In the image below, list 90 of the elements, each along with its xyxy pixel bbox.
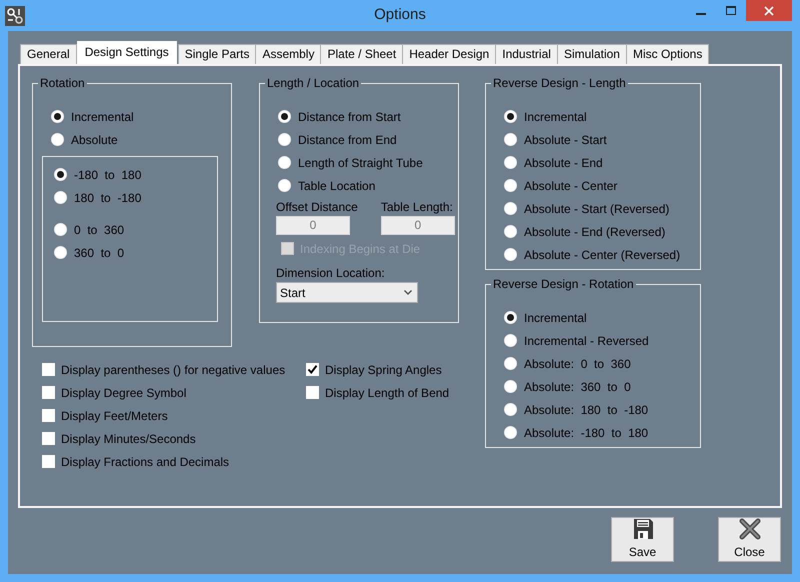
radio-label[interactable]: 180 to -180 xyxy=(74,190,142,204)
radio-label[interactable]: Absolute: 360 to 0 xyxy=(524,380,631,394)
close-icon xyxy=(764,6,774,16)
radio-button[interactable] xyxy=(504,403,517,416)
checkbox[interactable] xyxy=(42,363,55,376)
dropdown[interactable]: Start xyxy=(276,282,418,303)
checkbox[interactable] xyxy=(306,363,319,376)
checkbox[interactable] xyxy=(42,386,55,399)
radio-button[interactable] xyxy=(54,191,67,204)
close-button[interactable]: Close xyxy=(718,517,781,562)
radio-button[interactable] xyxy=(278,133,291,146)
close-icon xyxy=(738,518,760,540)
radio-label[interactable]: 360 to 0 xyxy=(74,246,124,260)
tab[interactable]: Single Parts xyxy=(178,44,256,64)
group-title: Reverse Design - Rotation xyxy=(492,277,635,291)
input-field[interactable]: 0 xyxy=(380,216,455,235)
tab[interactable]: Assembly xyxy=(255,44,322,64)
tab[interactable]: Industrial xyxy=(495,44,558,64)
field-label: Offset Distance xyxy=(276,200,358,216)
radio-label[interactable]: Absolute - End (Reversed) xyxy=(524,224,666,238)
group-title: Length / Location xyxy=(266,76,360,90)
radio-label[interactable]: Table Location xyxy=(298,178,376,192)
checkbox-label[interactable]: Display Degree Symbol xyxy=(61,386,186,400)
close-button[interactable] xyxy=(746,0,792,21)
radio-label[interactable]: Absolute: 0 to 360 xyxy=(524,356,631,370)
checkbox-label[interactable]: Display Length of Bend xyxy=(325,386,450,400)
tab[interactable]: Header Design xyxy=(402,44,496,64)
checkbox-label[interactable]: Display Spring Angles xyxy=(325,362,442,376)
group-title: Reverse Design - Length xyxy=(492,76,627,90)
checkbox[interactable] xyxy=(306,386,319,399)
save-button[interactable]: Save xyxy=(611,517,674,562)
minimize-icon xyxy=(696,12,706,14)
app-icon xyxy=(5,6,25,26)
group-title: Rotation xyxy=(39,76,86,90)
radio-label[interactable]: Distance from Start xyxy=(298,110,401,124)
radio-label[interactable]: Length of Straight Tube xyxy=(298,156,423,170)
radio-button[interactable] xyxy=(54,168,67,181)
radio-button[interactable] xyxy=(504,380,517,393)
radio-label[interactable]: Absolute - Center xyxy=(524,178,618,192)
checkbox-label[interactable]: Display Feet/Meters xyxy=(61,408,168,422)
radio-label[interactable]: Incremental xyxy=(71,110,134,124)
radio-button[interactable] xyxy=(504,357,517,370)
tab[interactable]: Plate / Sheet xyxy=(320,44,404,64)
checkmark-icon xyxy=(307,364,318,375)
tab[interactable]: Design Settings xyxy=(76,41,177,64)
checkbox-label[interactable]: Display parentheses () for negative values xyxy=(61,362,286,376)
radio-button[interactable] xyxy=(278,110,291,123)
radio-label[interactable]: Absolute - End xyxy=(524,156,603,170)
checkbox[interactable] xyxy=(42,432,55,445)
radio-button[interactable] xyxy=(504,248,517,261)
radio-button[interactable] xyxy=(51,110,64,123)
radio-button[interactable] xyxy=(278,156,291,169)
radio-label[interactable]: 0 to 360 xyxy=(74,222,124,236)
checkbox-label[interactable]: Display Minutes/Seconds xyxy=(61,432,196,446)
radio-label[interactable]: Absolute - Start (Reversed) xyxy=(524,202,670,216)
radio-label[interactable]: Absolute xyxy=(71,132,118,146)
radio-button[interactable] xyxy=(504,110,517,123)
field-label: Dimension Location: xyxy=(276,266,386,282)
radio-label[interactable]: -180 to 180 xyxy=(74,168,142,182)
chevron-down-icon xyxy=(404,290,412,295)
radio-button[interactable] xyxy=(504,426,517,439)
radio-label[interactable]: Absolute: -180 to 180 xyxy=(524,426,648,440)
radio-button[interactable] xyxy=(504,156,517,169)
radio-button[interactable] xyxy=(278,179,291,192)
radio-label[interactable]: Absolute - Start xyxy=(524,132,607,146)
checkbox[interactable] xyxy=(42,409,55,422)
radio-label[interactable]: Incremental xyxy=(524,310,587,324)
maximize-icon xyxy=(726,6,736,16)
input-field[interactable]: 0 xyxy=(276,216,350,235)
radio-button[interactable] xyxy=(504,311,517,324)
radio-button[interactable] xyxy=(504,179,517,192)
radio-button[interactable] xyxy=(504,225,517,238)
radio-button[interactable] xyxy=(54,223,67,236)
radio-label[interactable]: Absolute - Center (Reversed) xyxy=(524,248,680,262)
tab[interactable]: General xyxy=(20,44,77,64)
radio-button[interactable] xyxy=(504,334,517,347)
radio-button[interactable] xyxy=(51,133,64,146)
field-label: Table Length: xyxy=(380,200,454,216)
radio-label[interactable]: Incremental xyxy=(524,110,587,124)
radio-button[interactable] xyxy=(504,202,517,215)
window-title: Options xyxy=(374,6,426,23)
radio-button[interactable] xyxy=(504,133,517,146)
checkbox[interactable] xyxy=(42,455,55,468)
checkbox-label[interactable]: Display Fractions and Decimals xyxy=(61,454,230,468)
radio-label[interactable]: Absolute: 180 to -180 xyxy=(524,402,648,416)
tab[interactable]: Simulation xyxy=(556,44,627,64)
radio-label[interactable]: Distance from End xyxy=(298,132,397,146)
radio-button[interactable] xyxy=(54,246,67,259)
radio-label[interactable]: Incremental - Reversed xyxy=(524,334,649,348)
tab[interactable]: Misc Options xyxy=(626,44,710,64)
